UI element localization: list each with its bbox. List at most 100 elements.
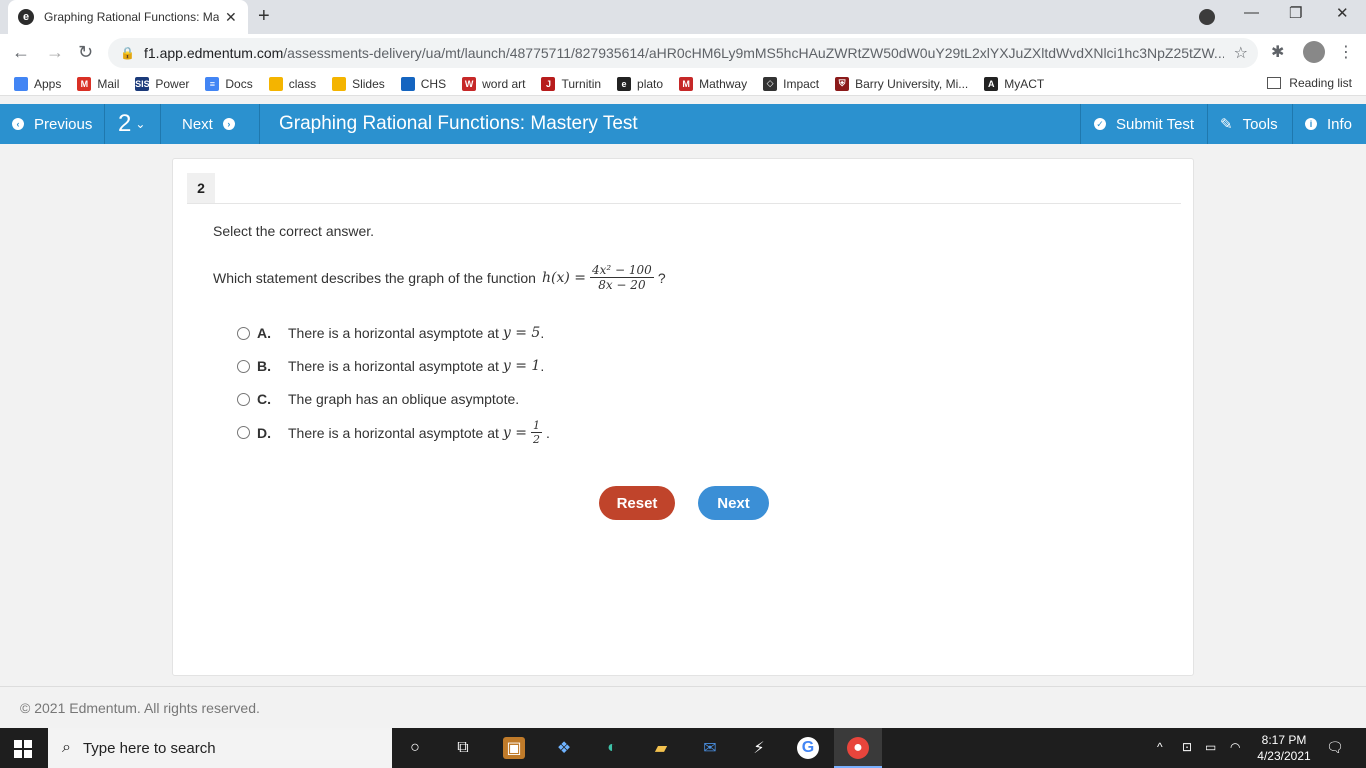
dropbox-icon[interactable]: ❖ — [553, 737, 575, 759]
forward-arrow-icon[interactable]: → — [46, 42, 64, 63]
test-title: Graphing Rational Functions: Mastery Tes… — [279, 113, 638, 134]
address-bar[interactable]: 🔒 f1.app.edmentum.com/assessments-delive… — [108, 38, 1258, 68]
browser-tab-strip: e Graphing Rational Functions: Ma ✕ + — … — [0, 0, 1366, 34]
fraction-one-half: 1 2 — [530, 419, 542, 446]
question-prompt: Which statement describes the graph of t… — [213, 263, 666, 292]
bookmark-word-art[interactable]: Wword art — [462, 76, 525, 91]
next-button[interactable]: Next — [698, 486, 769, 520]
media-control-icon[interactable] — [1199, 9, 1215, 25]
info-icon: i — [1305, 118, 1317, 130]
bookmark-favicon-icon: SIS — [135, 76, 150, 91]
question-selector[interactable]: 2 ⌄ — [118, 104, 145, 144]
profile-avatar[interactable] — [1303, 41, 1325, 63]
bookmark-class[interactable]: class — [268, 76, 316, 91]
question-number: 2 — [187, 173, 215, 203]
divider — [187, 203, 1181, 204]
copyright-text: © 2021 Edmentum. All rights reserved. — [20, 700, 260, 716]
bookmark-turnitin[interactable]: J Turnitin — [541, 76, 601, 91]
bookmark-slides[interactable]: Slides — [332, 76, 385, 91]
new-tab-icon[interactable]: + — [258, 5, 270, 28]
edmentum-favicon-icon: e — [18, 9, 34, 25]
header-divider — [160, 104, 161, 144]
bookmark-favicon-icon: ≡ — [205, 76, 220, 91]
radio-button[interactable] — [237, 426, 250, 439]
notification-icon[interactable]: 🗨 — [1326, 739, 1344, 756]
windows-taskbar: ⌕ Type here to search ○ ⧉ ▣ ❖ ◐ ▰ ✉ ⚡ G … — [0, 728, 1366, 768]
reading-list-button[interactable]: Reading list — [1267, 76, 1352, 90]
header-divider — [259, 104, 260, 144]
bookmark-favicon-icon: M — [679, 76, 694, 91]
previous-button[interactable]: ‹ Previous — [12, 104, 92, 144]
bookmark-apps[interactable]: Apps — [14, 76, 61, 91]
bookmark-favicon-icon — [268, 76, 283, 91]
edge-icon[interactable]: ◐ — [601, 737, 623, 759]
reset-button[interactable]: Reset — [599, 486, 675, 520]
instruction-text: Select the correct answer. — [213, 223, 375, 239]
page-footer: © 2021 Edmentum. All rights reserved. — [0, 686, 1366, 728]
tools-button[interactable]: ✎ Tools — [1220, 104, 1278, 144]
reading-list-icon — [1267, 77, 1282, 89]
bookmark-favicon-icon — [14, 76, 28, 91]
header-divider — [104, 104, 105, 144]
radio-button[interactable] — [237, 326, 250, 340]
bookmark-plato[interactable]: e plato — [617, 76, 663, 91]
tab-close-icon[interactable]: ✕ — [225, 9, 237, 26]
bookmark-myact[interactable]: A MyACT — [984, 76, 1044, 91]
previous-arrow-icon: ‹ — [12, 118, 24, 130]
radio-button[interactable] — [237, 392, 250, 406]
header-divider — [1080, 104, 1081, 144]
reload-icon[interactable]: ↻ — [78, 42, 93, 63]
taskbar-search-input[interactable]: ⌕ Type here to search — [48, 728, 392, 768]
extensions-puzzle-icon[interactable]: ✱ — [1271, 42, 1284, 62]
bookmark-chs[interactable]: CHS — [400, 76, 446, 91]
wrench-icon: ✎ — [1220, 116, 1233, 133]
minimize-icon[interactable]: — — [1244, 4, 1259, 21]
url-text[interactable]: f1.app.edmentum.com/assessments-delivery… — [144, 45, 1224, 61]
system-clock[interactable]: 8:17 PM 4/23/2021 — [1256, 732, 1312, 764]
bookmark-impact[interactable]: ◇ Impact — [763, 76, 819, 91]
bookmark-docs[interactable]: ≡ Docs — [205, 76, 253, 91]
radio-button[interactable] — [237, 359, 250, 373]
windows-start-icon[interactable] — [14, 740, 32, 758]
bookmark-favicon-icon: M — [77, 76, 92, 91]
info-button[interactable]: i Info — [1305, 104, 1352, 144]
chrome-taskbar-item[interactable]: ● — [834, 728, 882, 768]
option-c[interactable]: C. The graph has an oblique asymptote. — [237, 391, 519, 407]
tray-chevron-icon[interactable]: ^ — [1157, 740, 1163, 754]
bookmark-power[interactable]: SIS Power — [135, 76, 189, 91]
header-next-button[interactable]: Next › — [182, 104, 235, 144]
restore-icon[interactable]: ❐ — [1289, 4, 1302, 22]
function-lhs: h(x) = — [541, 269, 586, 286]
chevron-down-icon: ⌄ — [135, 117, 146, 131]
submit-test-button[interactable]: ✓ Submit Test — [1094, 104, 1194, 144]
bookmark-mathway[interactable]: M Mathway — [679, 76, 747, 91]
mail-icon[interactable]: ✉ — [699, 737, 721, 759]
bookmark-star-icon[interactable]: ☆ — [1234, 43, 1248, 63]
bookmark-barry-university-mi[interactable]: ⛨ Barry University, Mi... — [835, 76, 968, 91]
function-fraction: 4x² − 100 8x − 20 — [590, 263, 654, 292]
lock-icon[interactable]: 🔒 — [120, 46, 135, 60]
store-icon[interactable]: ▣ — [503, 737, 525, 759]
browser-menu-icon[interactable]: ⋮ — [1338, 42, 1354, 62]
option-d[interactable]: D. There is a horizontal asymptote at y … — [237, 419, 550, 446]
back-arrow-icon[interactable]: ← — [12, 42, 30, 63]
wifi-icon[interactable]: ◠ — [1230, 740, 1240, 754]
question-card: 2 Select the correct answer. Which state… — [172, 158, 1194, 676]
cortana-icon[interactable]: ○ — [404, 737, 426, 759]
window-close-icon[interactable]: ✕ — [1336, 4, 1349, 22]
bookmarks-bar: Apps M Mail SIS Power ≡ Docs class Slides CHS Wwor… — [0, 72, 1366, 96]
option-b[interactable]: B. There is a horizontal asymptote at y … — [237, 358, 544, 374]
task-view-icon[interactable]: ⧉ — [452, 737, 474, 759]
bookmark-favicon-icon — [400, 76, 415, 91]
file-explorer-icon[interactable]: ▰ — [650, 737, 672, 759]
app-icon[interactable]: ⚡ — [748, 737, 770, 759]
browser-tab[interactable]: e Graphing Rational Functions: Ma ✕ — [8, 0, 248, 34]
bookmark-mail[interactable]: M Mail — [77, 76, 119, 91]
option-a[interactable]: A. There is a horizontal asymptote at y … — [237, 325, 544, 341]
next-arrow-icon: › — [222, 118, 235, 130]
battery-icon[interactable]: ▭ — [1205, 740, 1216, 754]
google-icon[interactable]: G — [797, 737, 819, 759]
browser-toolbar: ← → ↻ 🔒 f1.app.edmentum.com/assessments-… — [0, 34, 1366, 72]
bookmark-favicon-icon: ◇ — [763, 76, 778, 91]
network-drive-icon[interactable]: ⊡ — [1182, 740, 1192, 754]
